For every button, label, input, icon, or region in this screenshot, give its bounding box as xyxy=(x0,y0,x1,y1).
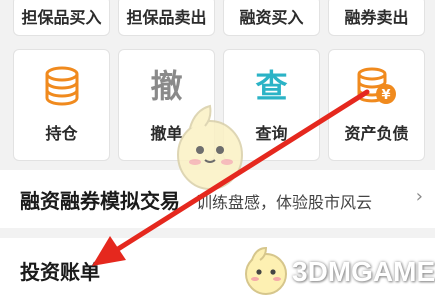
collateral-buy-label: 担保品买入 xyxy=(21,8,102,27)
collateral-sell-button[interactable]: 担保品卖出 xyxy=(118,0,215,36)
short-sell-label: 融券卖出 xyxy=(344,8,409,27)
investment-statement-title: 投资账单 xyxy=(20,260,100,284)
watermark-text: 3DMGAME xyxy=(292,256,435,287)
mascot-logo-icon xyxy=(245,246,287,295)
section-divider xyxy=(0,228,435,238)
chevron-right-icon: › xyxy=(415,186,423,207)
assets-liabilities-button[interactable]: ¥ 资产负债 xyxy=(328,49,425,161)
assets-liabilities-label: 资产负债 xyxy=(344,124,409,143)
margin-buy-label: 融资买入 xyxy=(239,8,304,27)
positions-label: 持仓 xyxy=(45,124,78,143)
collateral-buy-button[interactable]: 担保品买入 xyxy=(13,0,110,36)
collateral-sell-label: 担保品卖出 xyxy=(126,8,207,27)
coins-stack-icon xyxy=(43,66,81,110)
coins-yuan-icon: ¥ xyxy=(356,66,398,110)
positions-button[interactable]: 持仓 xyxy=(13,49,110,161)
svg-text:¥: ¥ xyxy=(381,88,390,103)
short-sell-button[interactable]: 融券卖出 xyxy=(328,0,425,36)
margin-simulation-title: 融资融券模拟交易 xyxy=(20,189,180,213)
query-icon: 查 xyxy=(255,67,288,105)
margin-buy-button[interactable]: 融资买入 xyxy=(223,0,320,36)
mascot-watermark-icon xyxy=(177,104,243,190)
